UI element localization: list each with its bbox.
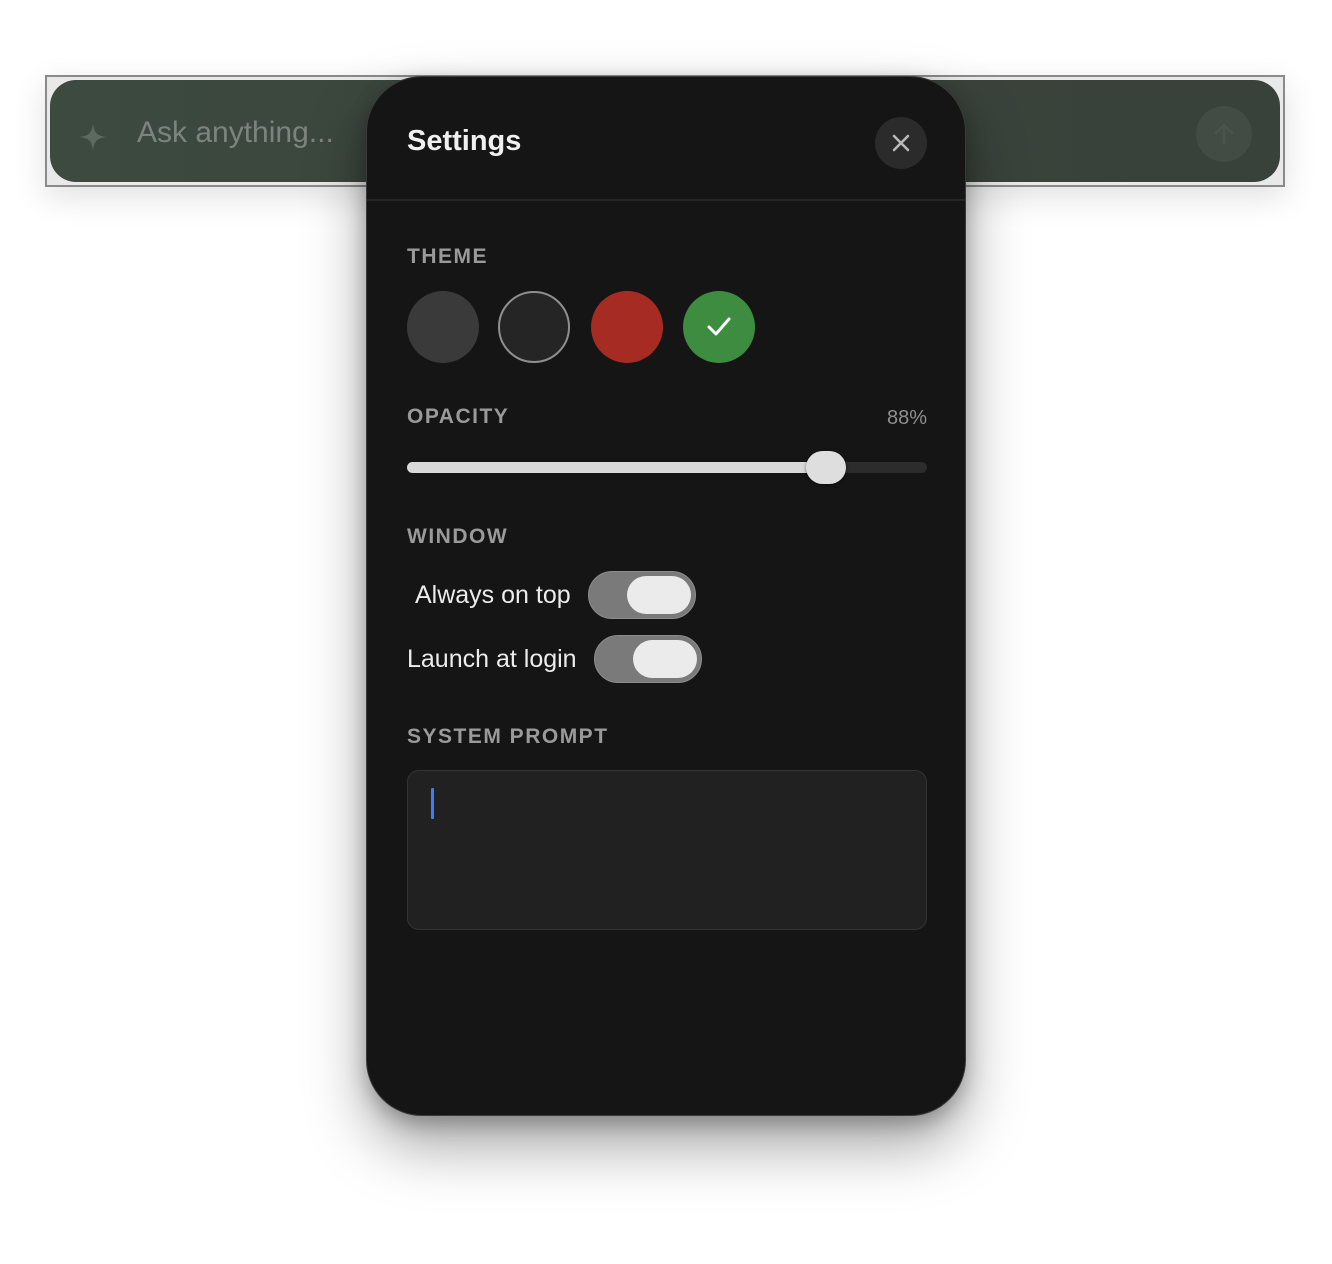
always-on-top-toggle[interactable] [587, 571, 696, 619]
always-on-top-row: Always on top [415, 571, 696, 619]
window-label: WINDOW [407, 525, 509, 548]
close-button[interactable] [875, 117, 927, 169]
theme-swatch-charcoal[interactable] [407, 291, 479, 363]
launch-at-login-row: Launch at login [407, 635, 702, 683]
system-prompt-textarea[interactable] [407, 770, 927, 930]
send-button[interactable] [1196, 106, 1252, 162]
launch-at-login-label: Launch at login [407, 644, 577, 673]
stage: Ask anything... Settings THEME OPACITY 8… [0, 0, 1332, 1264]
toggle-knob [626, 576, 691, 614]
settings-panel: Settings THEME OPACITY 88% WINDOW Always… [366, 76, 966, 1116]
opacity-slider-fill [407, 462, 826, 473]
settings-title: Settings [407, 125, 522, 157]
sparkle-icon [79, 123, 107, 151]
always-on-top-label: Always on top [415, 580, 571, 609]
settings-header: Settings [367, 77, 965, 201]
opacity-value: 88% [886, 407, 927, 429]
theme-swatch-red[interactable] [591, 291, 663, 363]
text-caret [431, 788, 434, 819]
checkmark-icon [707, 317, 731, 336]
ask-input[interactable]: Ask anything... [137, 116, 334, 150]
opacity-slider[interactable] [407, 451, 927, 484]
launch-at-login-toggle[interactable] [593, 635, 702, 683]
system-prompt-label: SYSTEM PROMPT [407, 725, 609, 748]
opacity-label: OPACITY [407, 405, 510, 428]
theme-swatch-dark[interactable] [498, 291, 570, 363]
toggle-knob [632, 640, 697, 678]
opacity-slider-thumb[interactable] [805, 451, 846, 484]
theme-label: THEME [407, 245, 488, 268]
arrow-up-icon [1214, 123, 1234, 145]
close-icon [892, 134, 910, 152]
theme-swatch-green[interactable] [683, 291, 755, 363]
